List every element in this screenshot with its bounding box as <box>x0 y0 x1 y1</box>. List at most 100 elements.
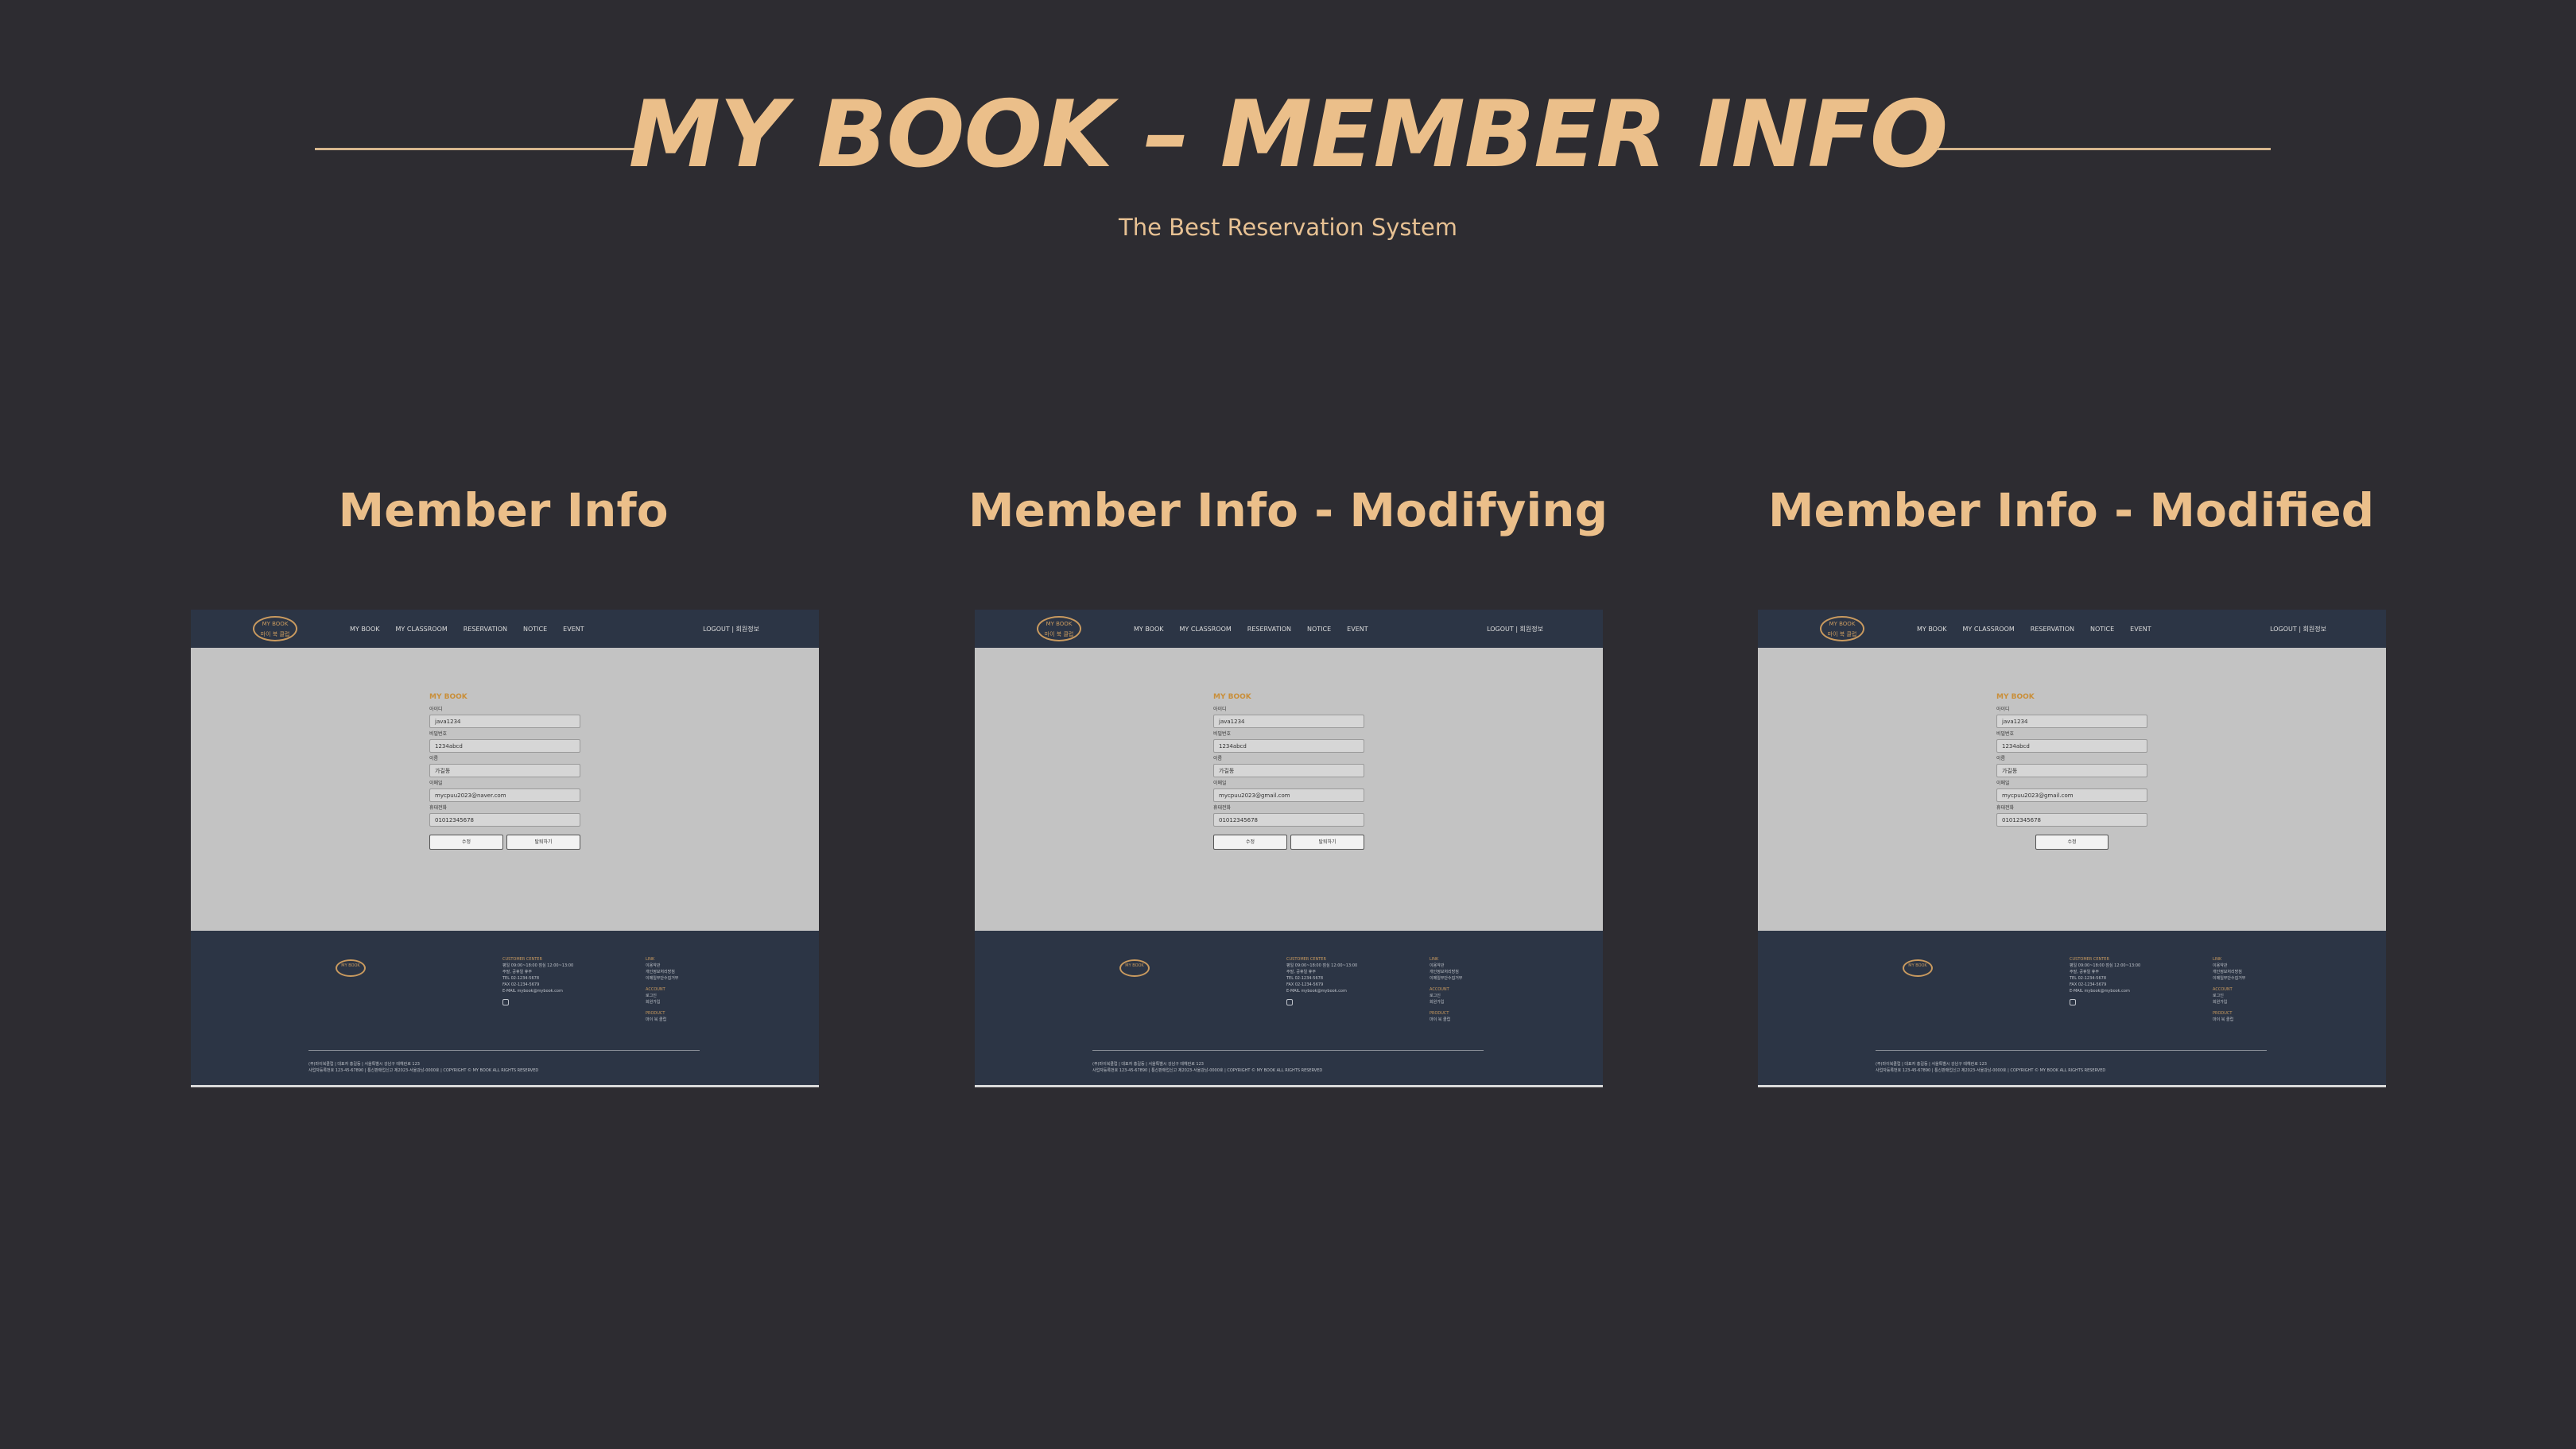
footer-link[interactable]: 로그인 <box>2213 993 2245 999</box>
site-logo[interactable]: MY BOOK 마이 북 클럽 <box>1820 616 1864 641</box>
footer-copyright: (주)마이북클럽 | 대표자 홍길동 | 서울특별시 강남구 테헤란로 123 … <box>1092 1061 1322 1074</box>
footer-copy-line: 사업자등록번호 123-45-67890 | 통신판매업신고 제2023-서울강… <box>308 1068 539 1073</box>
nav-menu: MY BOOK MY CLASSROOM RESERVATION NOTICE … <box>350 626 584 633</box>
password-field[interactable]: 1234abcd <box>1996 739 2147 753</box>
footer-link[interactable]: 이용약관 <box>2213 963 2245 969</box>
phone-field[interactable]: 01012345678 <box>1996 813 2147 827</box>
email-field[interactable]: mycpuu2023@naver.com <box>429 788 580 802</box>
nav-item-notice[interactable]: NOTICE <box>2090 626 2114 633</box>
footer-center-line: FAX 02-1234-5679 <box>502 982 540 987</box>
footer-link[interactable]: 마이 북 클럽 <box>1430 1017 1462 1023</box>
footer-link[interactable]: 이메일무단수집거부 <box>646 975 678 982</box>
site-logo[interactable]: MY BOOK 마이 북 클럽 <box>1037 616 1081 641</box>
footer-account-head: ACCOUNT <box>2213 987 2233 992</box>
id-field[interactable]: java1234 <box>429 715 580 728</box>
footer-link[interactable]: 이메일무단수집거부 <box>2213 975 2245 982</box>
email-field[interactable]: mycpuu2023@gmail.com <box>1996 788 2147 802</box>
password-field[interactable]: 1234abcd <box>429 739 580 753</box>
footer-link[interactable]: 이용약관 <box>646 963 678 969</box>
footer-copyright: (주)마이북클럽 | 대표자 홍길동 | 서울특별시 강남구 테헤란로 123 … <box>1876 1061 2105 1074</box>
logo-text-bottom: 마이 북 클럽 <box>1044 631 1074 637</box>
footer-link[interactable]: 회원가입 <box>646 999 678 1005</box>
footer-center-line: TEL 02-1234-5678 <box>502 976 540 981</box>
instagram-icon[interactable] <box>2070 999 2076 1005</box>
nav-item-my-classroom[interactable]: MY CLASSROOM <box>1180 626 1232 633</box>
footer-links: LINK 이용약관 개인정보처리방침 이메일무단수집거부 ACCOUNT 로그인… <box>646 956 678 1023</box>
site-nav: MY BOOK 마이 북 클럽 MY BOOK MY CLASSROOM RES… <box>975 610 1603 648</box>
footer-customer-center: CUSTOMER CENTER 평일 09:00~18:00 점심 12:00~… <box>502 956 573 1005</box>
footer-link[interactable]: 개인정보처리방침 <box>1430 969 1462 975</box>
email-field[interactable]: mycpuu2023@gmail.com <box>1213 788 1364 802</box>
nav-account-links[interactable]: LOGOUT | 회원정보 <box>2270 626 2326 633</box>
label-phone: 휴대전화 <box>429 805 448 811</box>
nav-item-my-book[interactable]: MY BOOK <box>1917 626 1947 633</box>
footer-logo-text: MY BOOK <box>1125 963 1144 968</box>
nav-menu: MY BOOK MY CLASSROOM RESERVATION NOTICE … <box>1917 626 2151 633</box>
nav-item-my-book[interactable]: MY BOOK <box>1134 626 1164 633</box>
label-name: 이름 <box>1213 756 1223 761</box>
footer-center-line: TEL 02-1234-5678 <box>2070 976 2107 981</box>
withdraw-button[interactable]: 탈퇴하기 <box>506 835 580 850</box>
footer-copy-line: 사업자등록번호 123-45-67890 | 통신판매업신고 제2023-서울강… <box>1092 1068 1323 1073</box>
page-subtitle: The Best Reservation System <box>1119 214 1457 241</box>
footer-logo: MY BOOK <box>1119 959 1150 977</box>
nav-account-links[interactable]: LOGOUT | 회원정보 <box>703 626 759 633</box>
footer-link[interactable]: 로그인 <box>646 993 678 999</box>
id-field[interactable]: java1234 <box>1213 715 1364 728</box>
logo-text-top: MY BOOK <box>262 621 289 627</box>
name-field[interactable]: 가길동 <box>1996 764 2147 777</box>
footer-link[interactable]: 마이 북 클럽 <box>646 1017 678 1023</box>
form-buttons: 수정 탈퇴하기 <box>1213 835 1364 850</box>
footer-center-head: CUSTOMER CENTER <box>1286 957 1326 962</box>
footer-link[interactable]: 회원가입 <box>2213 999 2245 1005</box>
footer-link[interactable]: 마이 북 클럽 <box>2213 1017 2245 1023</box>
phone-field[interactable]: 01012345678 <box>1213 813 1364 827</box>
footer-product-head: PRODUCT <box>2213 1011 2233 1016</box>
form-title: MY BOOK <box>1996 693 2035 701</box>
footer-link-head: LINK <box>2213 957 2222 962</box>
footer-link[interactable]: 이메일무단수집거부 <box>1430 975 1462 982</box>
footer-link[interactable]: 개인정보처리방침 <box>2213 969 2245 975</box>
nav-item-my-classroom[interactable]: MY CLASSROOM <box>1963 626 2015 633</box>
nav-account-links[interactable]: LOGOUT | 회원정보 <box>1487 626 1543 633</box>
modify-button[interactable]: 수정 <box>2035 835 2109 850</box>
footer-link[interactable]: 회원가입 <box>1430 999 1462 1005</box>
password-field[interactable]: 1234abcd <box>1213 739 1364 753</box>
nav-item-notice[interactable]: NOTICE <box>1307 626 1331 633</box>
nav-item-event[interactable]: EVENT <box>1347 626 1368 633</box>
label-email: 이메일 <box>429 781 443 786</box>
nav-item-my-classroom[interactable]: MY CLASSROOM <box>396 626 448 633</box>
nav-item-event[interactable]: EVENT <box>2130 626 2151 633</box>
nav-item-my-book[interactable]: MY BOOK <box>350 626 380 633</box>
modify-button[interactable]: 수정 <box>1213 835 1287 850</box>
instagram-icon[interactable] <box>502 999 509 1005</box>
phone-field[interactable]: 01012345678 <box>429 813 580 827</box>
nav-item-reservation[interactable]: RESERVATION <box>1247 626 1291 633</box>
label-email: 이메일 <box>1996 781 2010 786</box>
footer-center-line: E-MAIL mybook@mybook.com <box>502 989 563 994</box>
footer-link[interactable]: 개인정보처리방침 <box>646 969 678 975</box>
footer-center-line: 주말, 공휴일 휴무 <box>1286 970 1316 974</box>
nav-item-notice[interactable]: NOTICE <box>523 626 547 633</box>
footer-copy-line: (주)마이북클럽 | 대표자 홍길동 | 서울특별시 강남구 테헤란로 123 <box>308 1062 420 1067</box>
footer-link[interactable]: 이용약관 <box>1430 963 1462 969</box>
page-title: MY BOOK – MEMBER INFO <box>628 81 1949 188</box>
name-field[interactable]: 가길동 <box>1213 764 1364 777</box>
id-field[interactable]: java1234 <box>1996 715 2147 728</box>
name-field[interactable]: 가길동 <box>429 764 580 777</box>
footer-center-line: 평일 09:00~18:00 점심 12:00~13:00 <box>502 963 574 968</box>
label-phone: 휴대전화 <box>1996 805 2015 811</box>
withdraw-button[interactable]: 탈퇴하기 <box>1290 835 1364 850</box>
nav-item-event[interactable]: EVENT <box>563 626 584 633</box>
member-info-form: MY BOOK 아이디 java1234 비밀번호 1234abcd 이름 가길… <box>429 692 580 850</box>
label-id: 아이디 <box>1213 707 1227 712</box>
logo-text-bottom: 마이 북 클럽 <box>260 631 290 637</box>
label-password: 비밀번호 <box>429 731 448 737</box>
nav-item-reservation[interactable]: RESERVATION <box>2031 626 2074 633</box>
nav-item-reservation[interactable]: RESERVATION <box>464 626 507 633</box>
modify-button[interactable]: 수정 <box>429 835 503 850</box>
site-logo[interactable]: MY BOOK 마이 북 클럽 <box>253 616 297 641</box>
instagram-icon[interactable] <box>1286 999 1293 1005</box>
footer-link[interactable]: 로그인 <box>1430 993 1462 999</box>
footer-link-head: LINK <box>646 957 655 962</box>
